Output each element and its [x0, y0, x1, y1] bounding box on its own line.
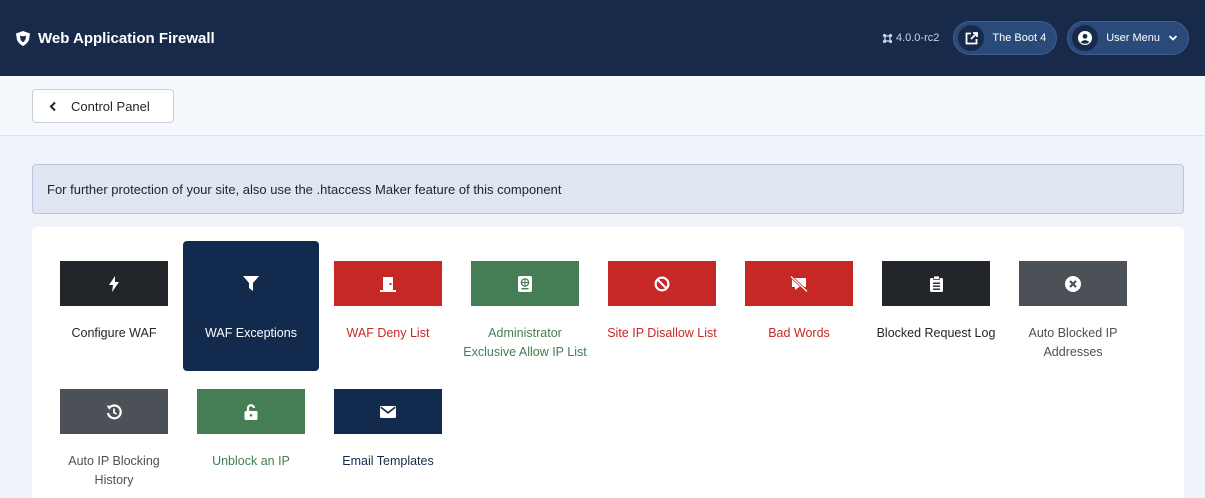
user-menu-button[interactable]: User Menu	[1067, 21, 1189, 55]
tile-label: Auto Blocked IP Addresses	[1028, 326, 1118, 359]
filter-icon	[243, 275, 259, 292]
tile-label: Blocked Request Log	[876, 326, 996, 340]
comment-slash-icon	[790, 275, 808, 292]
tile-label: Bad Words	[768, 326, 830, 340]
tile-icon-box	[882, 261, 990, 306]
tile-icon-box	[334, 389, 442, 434]
tile-email-templates[interactable]: Email Templates	[320, 369, 456, 498]
app-title: Web Application Firewall	[38, 29, 215, 47]
joomla-icon	[882, 33, 893, 43]
feature-card: Configure WAF WAF Exceptions WAF Deny List…	[32, 227, 1184, 498]
clipboard-list-icon	[929, 275, 943, 292]
external-link-icon	[958, 25, 985, 51]
tile-label: Auto IP Blocking History	[68, 454, 160, 487]
history-icon	[106, 403, 122, 420]
tile-auto-blocked-ip-addresses[interactable]: Auto Blocked IP Addresses	[1005, 241, 1141, 371]
user-menu-label: User Menu	[1106, 32, 1160, 44]
control-panel-button[interactable]: Control Panel	[32, 89, 174, 123]
tile-icon-box	[608, 261, 716, 306]
tile-configure-waf[interactable]: Configure WAF	[46, 241, 182, 371]
unlock-icon	[244, 403, 258, 420]
tile-waf-exceptions[interactable]: WAF Exceptions	[183, 241, 319, 371]
ban-icon	[654, 275, 670, 292]
site-button-label: The Boot 4	[992, 32, 1047, 44]
tile-auto-ip-blocking-history[interactable]: Auto IP Blocking History	[46, 369, 182, 498]
tile-icon-box	[745, 261, 853, 306]
chevron-left-icon	[49, 101, 56, 111]
times-circle-icon	[1065, 275, 1081, 292]
envelope-icon	[380, 405, 396, 418]
alert-text: For further protection of your site, als…	[47, 181, 562, 197]
tile-site-ip-disallow-list[interactable]: Site IP Disallow List	[594, 241, 730, 371]
site-preview-button[interactable]: The Boot 4	[953, 21, 1058, 55]
version-label: 4.0.0-rc2	[895, 32, 940, 44]
tile-icon-box	[197, 261, 305, 306]
tile-label: Configure WAF	[71, 326, 157, 340]
tile-label: Administrator Exclusive Allow IP List	[463, 326, 587, 359]
brand: Web Application Firewall	[16, 30, 215, 47]
tile-icon-box	[1019, 261, 1127, 306]
tile-blocked-request-log[interactable]: Blocked Request Log	[868, 241, 1004, 371]
passport-icon	[518, 275, 532, 292]
tile-unblock-an-ip[interactable]: Unblock an IP	[183, 369, 319, 498]
back-label: Control Panel	[71, 98, 150, 114]
user-circle-icon	[1072, 25, 1099, 51]
tile-label: WAF Exceptions	[205, 326, 297, 340]
door-icon	[380, 276, 396, 292]
tile-label: Site IP Disallow List	[607, 326, 717, 340]
tile-label: Email Templates	[342, 454, 434, 468]
chevron-down-icon	[1168, 35, 1178, 41]
tile-administrator-exclusive-allow-ip-list[interactable]: Administrator Exclusive Allow IP List	[457, 241, 593, 371]
tile-icon-box	[60, 389, 168, 434]
tile-waf-deny-list[interactable]: WAF Deny List	[320, 241, 456, 371]
tile-icon-box	[471, 261, 579, 306]
header-bar: Web Application Firewall 4.0.0-rc2 The B…	[0, 0, 1205, 76]
tile-icon-box	[60, 261, 168, 306]
info-alert: For further protection of your site, als…	[32, 164, 1184, 214]
tile-icon-box	[334, 261, 442, 306]
toolbar: Control Panel	[0, 76, 1205, 136]
tile-label: WAF Deny List	[346, 326, 430, 340]
version-info: 4.0.0-rc2	[882, 32, 939, 44]
bolt-icon	[107, 275, 121, 292]
shield-icon	[16, 30, 30, 46]
tile-label: Unblock an IP	[212, 454, 290, 468]
tile-bad-words[interactable]: Bad Words	[731, 241, 867, 371]
tile-icon-box	[197, 389, 305, 434]
